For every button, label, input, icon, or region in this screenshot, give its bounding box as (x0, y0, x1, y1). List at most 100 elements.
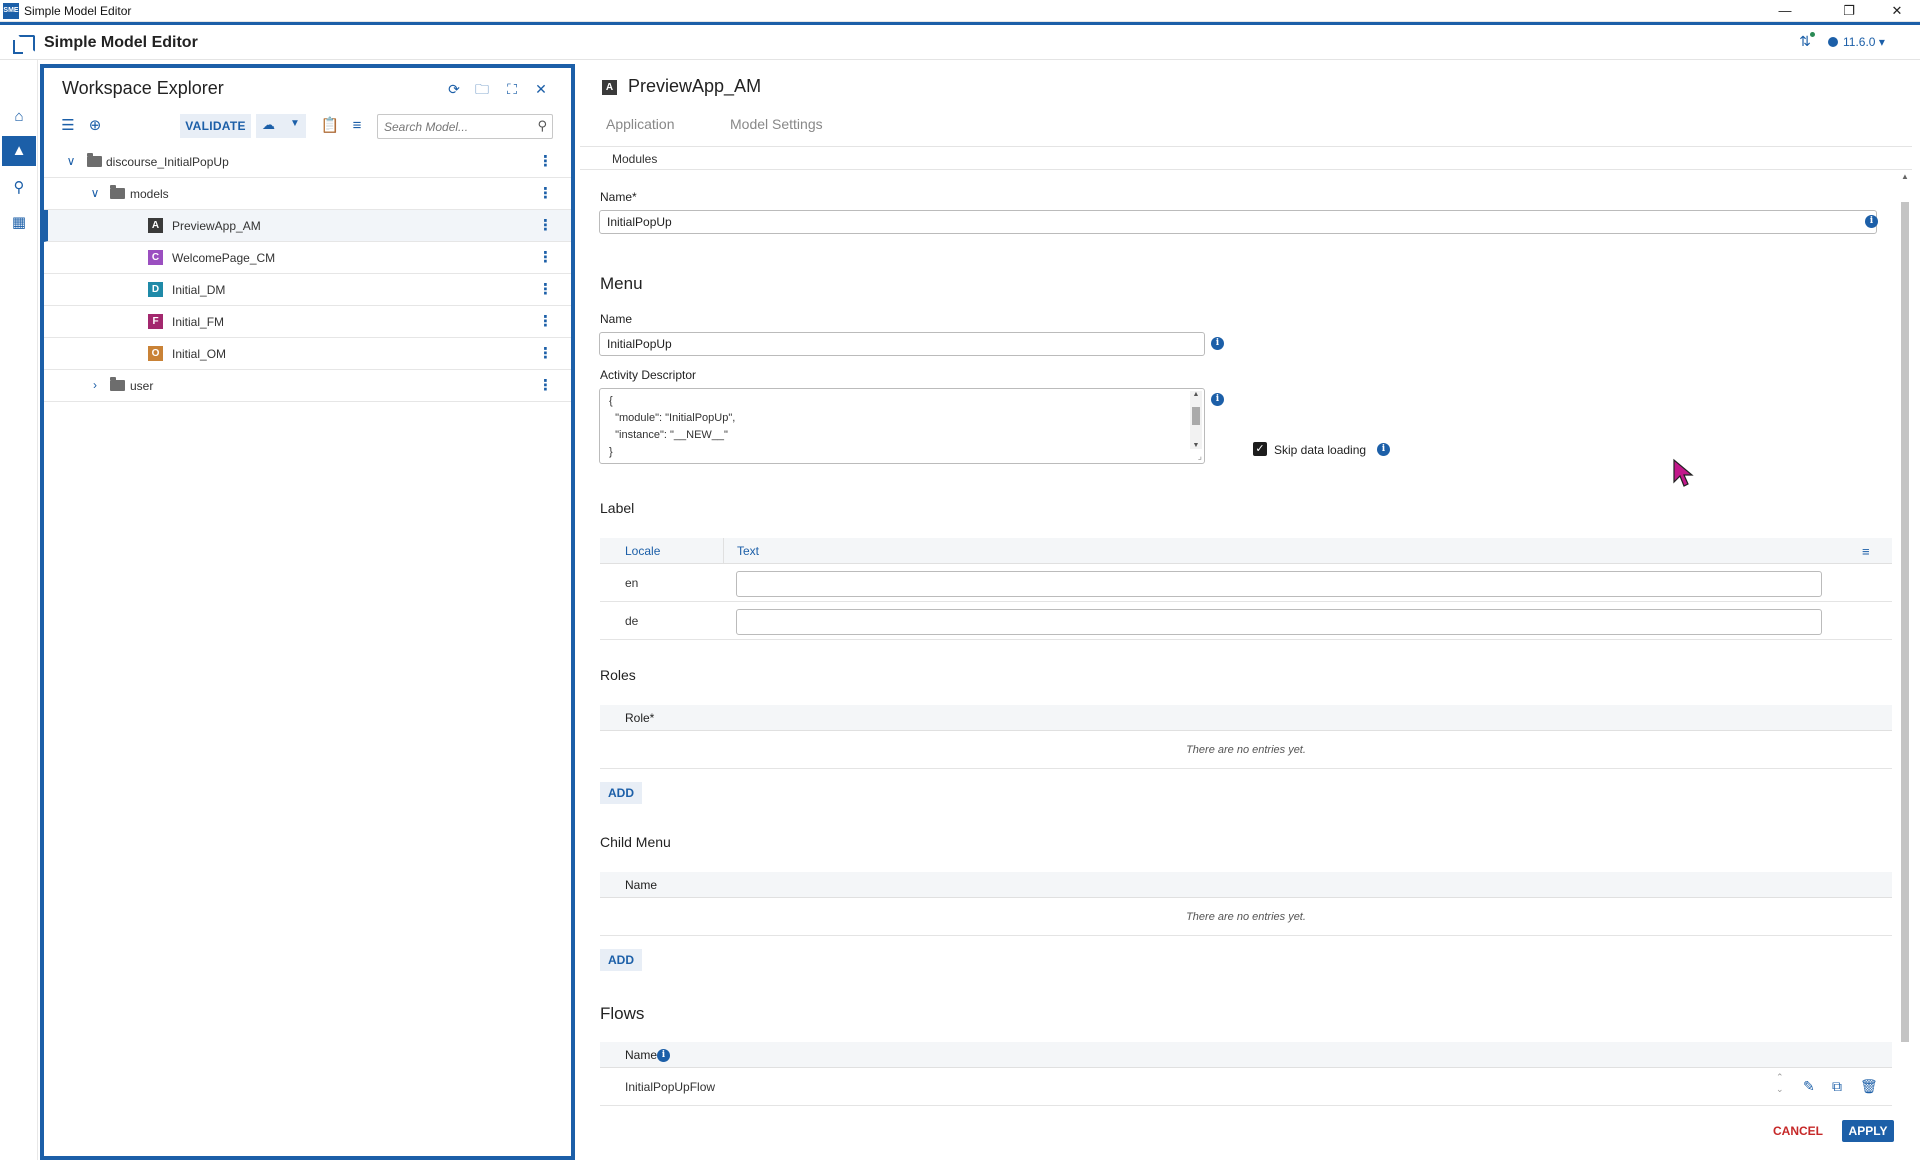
apply-button[interactable]: APPLY (1842, 1120, 1894, 1142)
skip-data-loading-checkbox[interactable]: ✓ (1253, 442, 1267, 456)
name-field[interactable] (599, 210, 1877, 234)
app-logo-icon (13, 35, 35, 54)
col-text[interactable]: Text (737, 544, 759, 558)
tree-item-row[interactable]: C WelcomePage_CM ⋮ (44, 242, 571, 274)
chevron-down-icon[interactable]: ∨ (88, 186, 102, 200)
col-role[interactable]: Role* (625, 711, 654, 725)
label-row: en (600, 564, 1892, 602)
add-circle-icon[interactable]: ⊕ (85, 116, 105, 136)
roles-heading: Roles (600, 667, 636, 683)
activity-descriptor-field[interactable]: { "module": "InitialPopUp", "instance": … (599, 388, 1205, 464)
info-icon[interactable]: i (1377, 443, 1390, 456)
reorder-icon[interactable]: ⌃ ⌄ (1776, 1071, 1784, 1095)
flow-model-badge-icon: F (148, 314, 163, 329)
more-options-icon[interactable]: ⋮ (538, 152, 553, 172)
folder-icon (87, 153, 102, 167)
app-header: Simple Model Editor ⇅ 11.6.0 ▾ (0, 22, 1920, 60)
restore-button[interactable]: ❐ (1826, 0, 1872, 22)
label-table-header: Locale Text ≡ (600, 538, 1892, 564)
info-icon[interactable]: i (657, 1049, 670, 1062)
filter-icon[interactable]: ≡ (347, 116, 367, 136)
tree-item-label: discourse_InitialPopUp (106, 155, 229, 169)
info-icon[interactable]: i (1211, 337, 1224, 350)
app-icon: SME (3, 3, 19, 19)
info-icon (1828, 37, 1838, 47)
info-icon[interactable]: i (1865, 215, 1878, 228)
notifications-icon[interactable]: ⇅ (1796, 32, 1815, 51)
skip-data-loading-label: Skip data loading (1274, 443, 1367, 457)
tree-item-row-selected[interactable]: A PreviewApp_AM ⋮ (44, 210, 571, 242)
edit-icon[interactable]: ✎ (1803, 1078, 1815, 1095)
label-text-input[interactable] (736, 571, 1822, 597)
tab-application[interactable]: Application (606, 116, 675, 132)
window-titlebar: SME Simple Model Editor — ❐ ✕ (0, 0, 1920, 22)
more-options-icon[interactable]: ⋮ (538, 216, 553, 236)
menu-name-field[interactable] (599, 332, 1205, 356)
clipboard-icon[interactable]: 📋 (320, 116, 340, 136)
search-icon[interactable]: ⚲ (4, 173, 34, 203)
validate-button[interactable]: VALIDATE (180, 114, 251, 138)
editor-scrollbar[interactable]: ▲ (1898, 172, 1912, 1112)
resize-handle-icon[interactable]: ⌟ (1198, 451, 1202, 462)
minimize-button[interactable]: — (1762, 0, 1808, 22)
search-input[interactable] (384, 118, 524, 135)
tree-folder-row[interactable]: ∨ discourse_InitialPopUp ⋮ (44, 146, 571, 178)
more-options-icon[interactable]: ⋮ (538, 312, 553, 332)
add-child-menu-button[interactable]: ADD (600, 949, 642, 971)
more-options-icon[interactable]: ⋮ (538, 184, 553, 204)
name-label: Name* (600, 190, 637, 204)
data-model-badge-icon: D (148, 282, 163, 297)
menu-heading: Menu (600, 274, 643, 293)
content-model-badge-icon: C (148, 250, 163, 265)
app-title: Simple Model Editor (44, 34, 198, 51)
tree-folder-row[interactable]: ∨ models ⋮ (44, 178, 571, 210)
flow-row[interactable]: InitialPopUpFlow ⌃ ⌄ ✎ ⧉ 🗑 (600, 1068, 1892, 1106)
tree-item-row[interactable]: F Initial_FM ⋮ (44, 306, 571, 338)
nav-rail: ⌂ ▲ ⚲ ▦ (0, 60, 38, 1160)
tree-item-label: WelcomePage_CM (172, 251, 276, 265)
tree-item-row[interactable]: D Initial_DM ⋮ (44, 274, 571, 306)
tree-item-row[interactable]: O Initial_OM ⋮ (44, 338, 571, 370)
upload-split-button[interactable]: ☁ ▼ (256, 114, 306, 138)
explorer-toolbar: ☰ ⊕ VALIDATE ☁ ▼ 📋 ≡ ⚲ (44, 110, 571, 142)
filter-icon[interactable]: ≡ (1862, 544, 1870, 559)
child-menu-empty-message: There are no entries yet. (600, 898, 1892, 936)
tab-model-settings[interactable]: Model Settings (730, 116, 823, 132)
chevron-down-icon[interactable]: ∨ (64, 154, 78, 168)
open-folder-icon[interactable]: 🗀 (470, 78, 494, 100)
close-window-button[interactable]: ✕ (1874, 0, 1920, 22)
tree-item-label: Initial_FM (172, 315, 225, 329)
tree-item-label: PreviewApp_AM (172, 219, 261, 233)
refresh-icon[interactable]: ⟳ (442, 78, 466, 100)
version-label: 11.6.0 (1843, 35, 1876, 49)
activity-descriptor-label: Activity Descriptor (600, 368, 697, 382)
version-menu[interactable]: 11.6.0 ▾ (1828, 35, 1885, 49)
tree-item-label: Initial_OM (172, 347, 227, 361)
col-name[interactable]: Name (625, 878, 657, 892)
tree-folder-row[interactable]: › user ⋮ (44, 370, 571, 402)
hierarchy-icon[interactable]: ▦ (4, 208, 34, 238)
tree-item-label: models (130, 187, 169, 201)
close-panel-icon[interactable]: ✕ (529, 78, 553, 100)
home-icon[interactable]: ⌂ (4, 102, 34, 132)
label-heading: Label (600, 500, 635, 516)
more-options-icon[interactable]: ⋮ (538, 376, 553, 396)
chevron-right-icon[interactable]: › (88, 378, 102, 392)
textarea-scrollbar[interactable]: ▲ ▼ (1190, 391, 1202, 449)
cancel-button[interactable]: CANCEL (1770, 1120, 1826, 1142)
more-options-icon[interactable]: ⋮ (538, 344, 553, 364)
subnav-modules[interactable]: Modules (612, 152, 657, 166)
col-locale[interactable]: Locale (625, 544, 660, 558)
folder-icon (110, 377, 125, 391)
more-options-icon[interactable]: ⋮ (538, 248, 553, 268)
explorer-icon[interactable]: ▲ (2, 136, 36, 166)
copy-icon[interactable]: ⧉ (1832, 1078, 1842, 1095)
label-text-input[interactable] (736, 609, 1822, 635)
more-options-icon[interactable]: ⋮ (538, 280, 553, 300)
col-name[interactable]: Name (625, 1048, 657, 1062)
info-icon[interactable]: i (1211, 393, 1224, 406)
menu-icon[interactable]: ☰ (58, 116, 78, 136)
add-role-button[interactable]: ADD (600, 782, 642, 804)
maximize-icon[interactable]: ⛶ (500, 78, 524, 100)
delete-icon[interactable]: 🗑 (1860, 1078, 1878, 1095)
